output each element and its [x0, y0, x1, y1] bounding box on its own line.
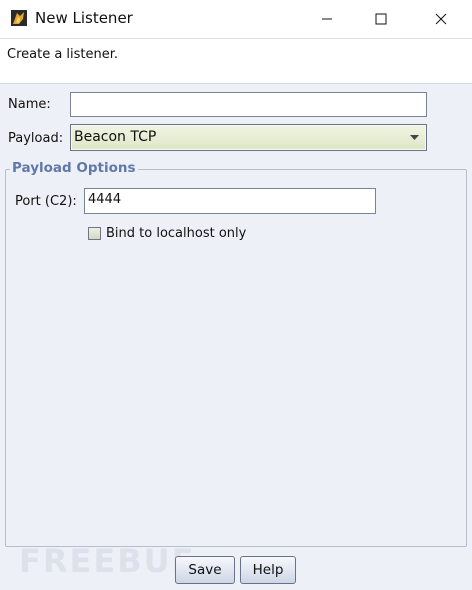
- payload-select[interactable]: Beacon TCP: [70, 124, 427, 151]
- save-button[interactable]: Save: [175, 556, 235, 584]
- help-button[interactable]: Help: [240, 556, 296, 584]
- name-label: Name:: [8, 97, 51, 112]
- close-button[interactable]: [412, 0, 470, 38]
- header-description: Create a listener.: [7, 47, 119, 62]
- payload-label: Payload:: [8, 131, 64, 146]
- watermark-logo: FREEBUF: [19, 542, 196, 580]
- app-icon: [11, 10, 27, 26]
- bind-localhost-checkbox[interactable]: [88, 227, 101, 240]
- maximize-button[interactable]: [352, 0, 410, 38]
- port-input[interactable]: 4444: [84, 188, 376, 214]
- payload-selected-value: Beacon TCP: [74, 129, 157, 145]
- port-label: Port (C2):: [15, 194, 77, 209]
- minimize-button[interactable]: [298, 0, 356, 38]
- title-bar: New Listener: [0, 0, 472, 39]
- maximize-icon: [375, 13, 387, 25]
- dropdown-arrow-icon[interactable]: [404, 126, 425, 149]
- minimize-icon: [322, 18, 332, 20]
- close-icon: [435, 13, 447, 25]
- bind-localhost-label: Bind to localhost only: [106, 226, 247, 241]
- window-title: New Listener: [35, 9, 133, 27]
- dialog-header: Create a listener.: [0, 39, 472, 84]
- name-input[interactable]: [70, 92, 427, 117]
- payload-options-legend: Payload Options: [10, 160, 138, 176]
